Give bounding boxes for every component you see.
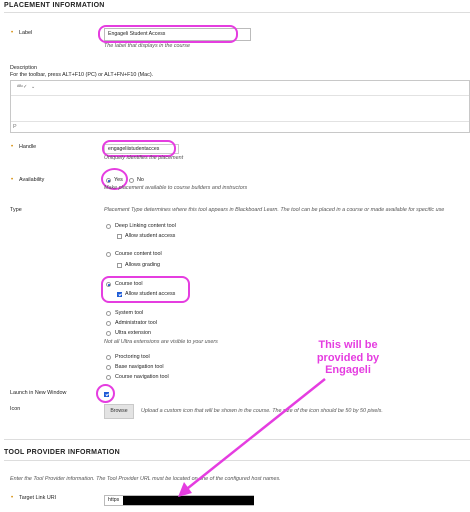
annotation-arrow-icon	[178, 378, 326, 497]
